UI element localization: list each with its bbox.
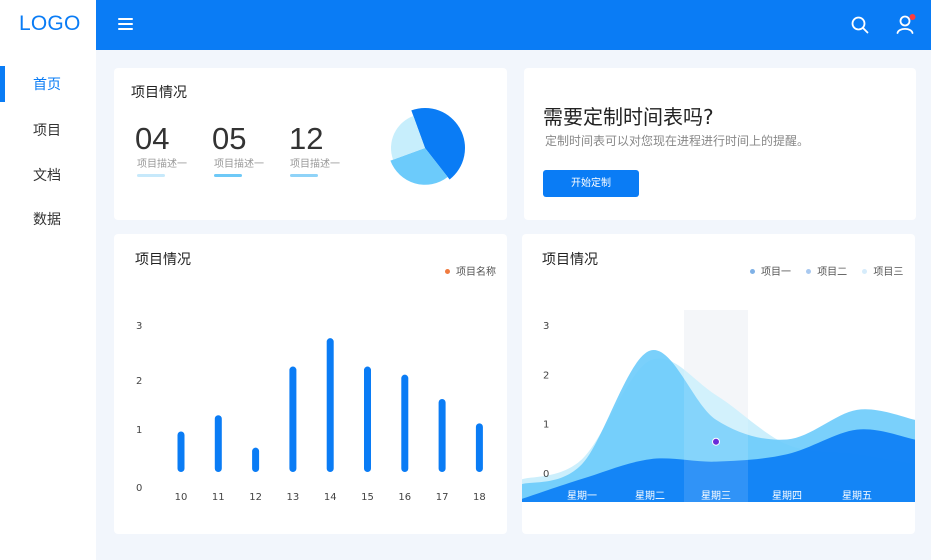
y-tick-label: 2	[136, 376, 142, 387]
bar	[438, 399, 446, 472]
bar	[326, 338, 334, 472]
start-customize-button[interactable]: 开始定制	[543, 170, 639, 197]
x-tick-label: 12	[249, 492, 262, 503]
overview-card: 项目情况 04 项目描述一 05 项目描述一 12 项目描述一	[114, 68, 507, 220]
sidebar-item-label: 项目	[33, 123, 61, 139]
highlight-point	[712, 437, 720, 446]
x-tick-label: 星期二	[635, 490, 665, 502]
y-tick-label: 0	[543, 469, 549, 480]
bar	[289, 366, 297, 472]
x-tick-label: 10	[175, 492, 188, 503]
bar	[364, 366, 371, 472]
bar	[177, 431, 185, 472]
x-tick-label: 星期五	[842, 490, 872, 502]
logo: LOGO	[19, 12, 81, 35]
x-tick-label: 15	[361, 492, 374, 503]
x-tick-label: 18	[473, 492, 486, 503]
x-tick-label: 星期三	[701, 490, 731, 502]
user-icon[interactable]	[895, 13, 917, 35]
sidebar-item-docs[interactable]: 文档	[0, 157, 96, 193]
bar	[252, 447, 260, 472]
bar-chart-card: 项目情况 项目名称 0 1 2 3 10 11 12 13 14 15 16 17 18	[114, 234, 507, 534]
search-icon[interactable]	[850, 15, 870, 35]
stat-bar	[137, 174, 165, 177]
sidebar-item-home[interactable]: 首页	[0, 66, 96, 102]
stat-value: 05	[212, 121, 247, 156]
sidebar: LOGO 首页 项目 文档 数据	[0, 0, 96, 560]
x-tick-label: 星期一	[567, 490, 597, 502]
y-tick-label: 0	[136, 483, 142, 494]
top-header	[96, 0, 931, 50]
stat-label: 项目描述一	[137, 159, 187, 170]
promo-description: 定制时间表可以对您现在进程进行时间上的提醒。	[545, 134, 810, 148]
stat-value: 12	[289, 121, 324, 156]
area-chart-card: 项目情况 项目一 项目二 项目三 0 1 2 3 星期一 星期二 星期三 星期四 星期五	[522, 234, 915, 534]
pie-chart	[390, 108, 465, 185]
card-title: 项目情况	[131, 85, 187, 101]
stat-label: 项目描述一	[214, 159, 264, 170]
bar	[214, 415, 222, 472]
x-tick-label: 16	[398, 492, 411, 503]
stat-value: 04	[135, 121, 170, 156]
stat-bar	[214, 174, 242, 177]
x-tick-label: 14	[324, 492, 337, 503]
sidebar-item-label: 数据	[33, 212, 61, 228]
x-tick-label: 11	[212, 492, 225, 503]
bar	[475, 423, 483, 472]
bar	[401, 374, 409, 472]
stat-label: 项目描述一	[290, 159, 340, 170]
y-tick-label: 2	[543, 370, 549, 381]
menu-icon[interactable]	[118, 18, 134, 32]
y-tick-label: 1	[136, 425, 142, 436]
bar-chart: 012310 11 12 13 14 15 16 17 18	[136, 321, 486, 503]
x-tick-label: 17	[436, 492, 449, 503]
promo-card: 需要定制时间表吗? 定制时间表可以对您现在进程进行时间上的提醒。 开始定制	[524, 68, 916, 220]
y-tick-label: 3	[136, 321, 142, 332]
x-tick-label: 星期四	[772, 490, 802, 502]
sidebar-item-projects[interactable]: 项目	[0, 112, 96, 148]
highlight-overlay	[684, 310, 748, 502]
sidebar-item-data[interactable]: 数据	[0, 201, 96, 237]
y-tick-label: 3	[543, 321, 549, 332]
sidebar-item-label: 文档	[33, 168, 61, 184]
y-tick-label: 1	[543, 420, 549, 431]
promo-title: 需要定制时间表吗?	[543, 105, 714, 129]
area-chart: 0 1 2 3 星期一 星期二 星期三 星期四 星期五	[522, 310, 915, 502]
sidebar-item-label: 首页	[33, 77, 61, 93]
notification-dot	[909, 14, 916, 20]
x-tick-label: 13	[287, 492, 300, 503]
stat-bar	[290, 174, 318, 177]
